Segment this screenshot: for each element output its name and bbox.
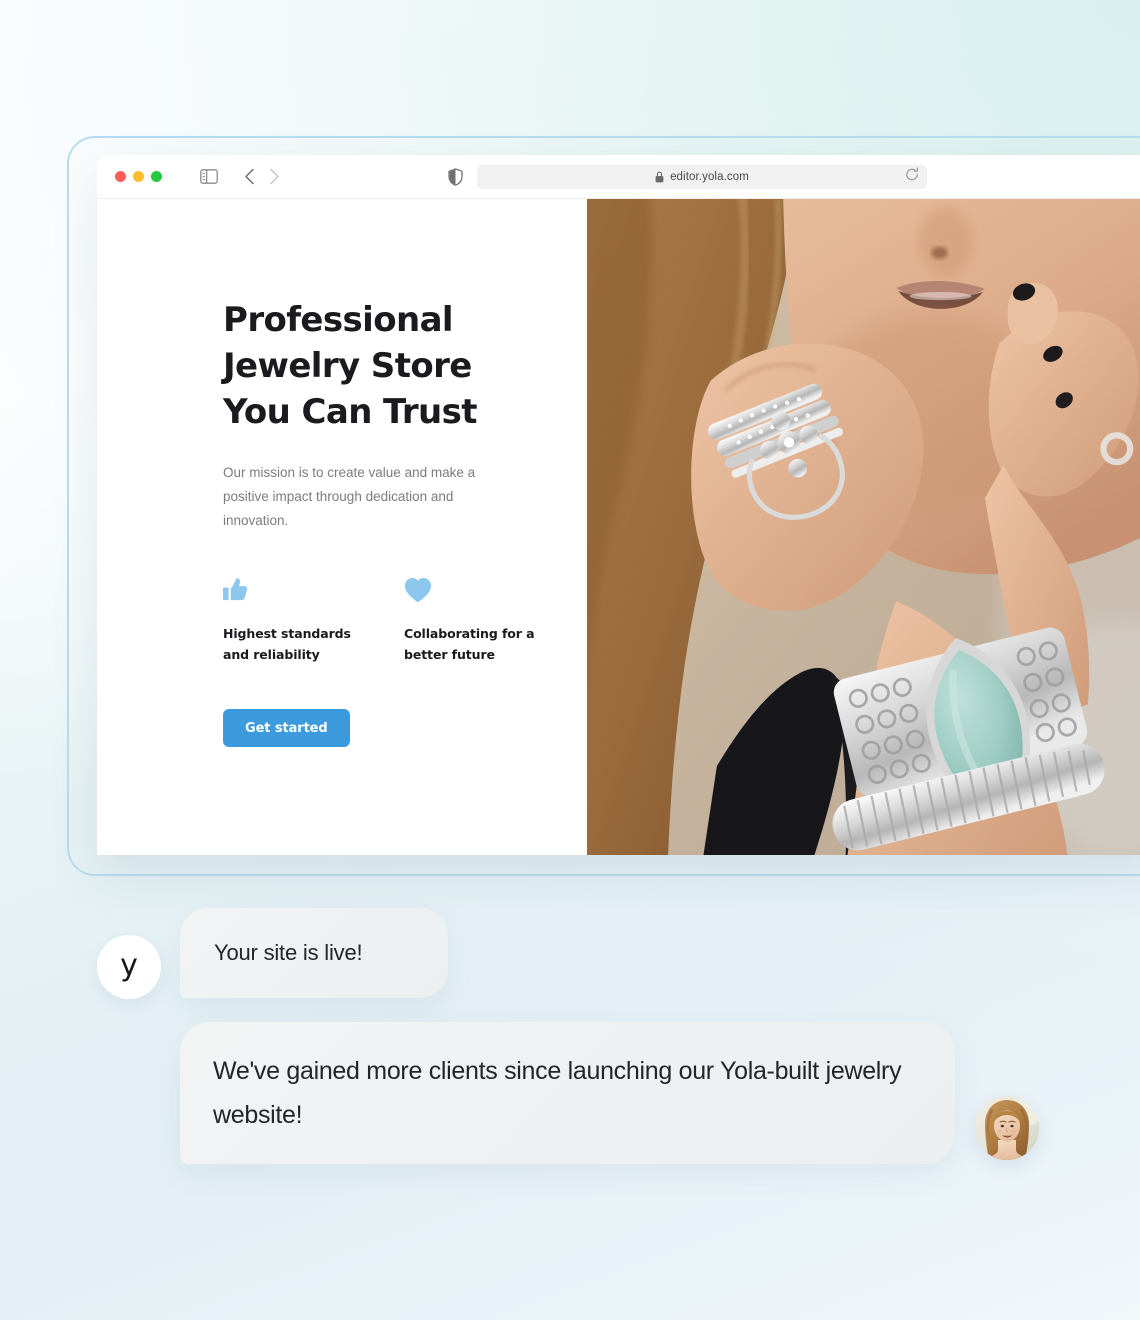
hero-photo-image xyxy=(587,199,1140,855)
url-text: editor.yola.com xyxy=(670,170,749,183)
reload-icon[interactable] xyxy=(905,166,919,186)
browser-toolbar: editor.yola.com xyxy=(97,155,1140,199)
feature-label: Highest standards and reliability xyxy=(223,626,351,662)
minimize-window-button[interactable] xyxy=(133,171,144,182)
chevron-right-icon[interactable] xyxy=(269,168,280,185)
feature-item: Highest standards and reliability xyxy=(223,573,358,665)
fullscreen-window-button[interactable] xyxy=(151,171,162,182)
lock-icon xyxy=(655,170,664,183)
site-preview: Professional Jewelry Store You Can Trust… xyxy=(97,199,1140,855)
sidebar-icon[interactable] xyxy=(200,169,218,184)
hero-photo xyxy=(587,199,1140,855)
chevron-left-icon[interactable] xyxy=(244,168,255,185)
feature-label: Collaborating for a better future xyxy=(404,626,535,662)
hero-text-column: Professional Jewelry Store You Can Trust… xyxy=(97,199,587,855)
chat-message-text: We've gained more clients since launchin… xyxy=(213,1057,902,1129)
address-bar-content: editor.yola.com xyxy=(655,171,749,183)
yola-brand-avatar: y xyxy=(97,935,161,999)
shield-icon[interactable] xyxy=(448,167,463,186)
thumbs-up-icon xyxy=(223,573,358,603)
feature-list: Highest standards and reliability Collab… xyxy=(223,573,587,665)
window-controls xyxy=(115,171,162,182)
chat-bubble: Your site is live! xyxy=(180,908,448,998)
feature-item: Collaborating for a better future xyxy=(404,573,539,665)
avatar-image xyxy=(975,1096,1039,1160)
heart-icon xyxy=(404,573,539,603)
close-window-button[interactable] xyxy=(115,171,126,182)
chat-message-text: Your site is live! xyxy=(214,940,363,965)
yola-logo-icon: y xyxy=(120,948,138,983)
get-started-button[interactable]: Get started xyxy=(223,709,350,747)
chat-bubble: We've gained more clients since launchin… xyxy=(180,1022,955,1164)
page-title: Professional Jewelry Store You Can Trust xyxy=(223,300,478,432)
hero-subtitle: Our mission is to create value and make … xyxy=(223,465,476,528)
address-bar[interactable]: editor.yola.com xyxy=(477,164,927,189)
browser-window: editor.yola.com Professional Jewelry Sto… xyxy=(97,155,1140,855)
avatar xyxy=(975,1096,1039,1160)
